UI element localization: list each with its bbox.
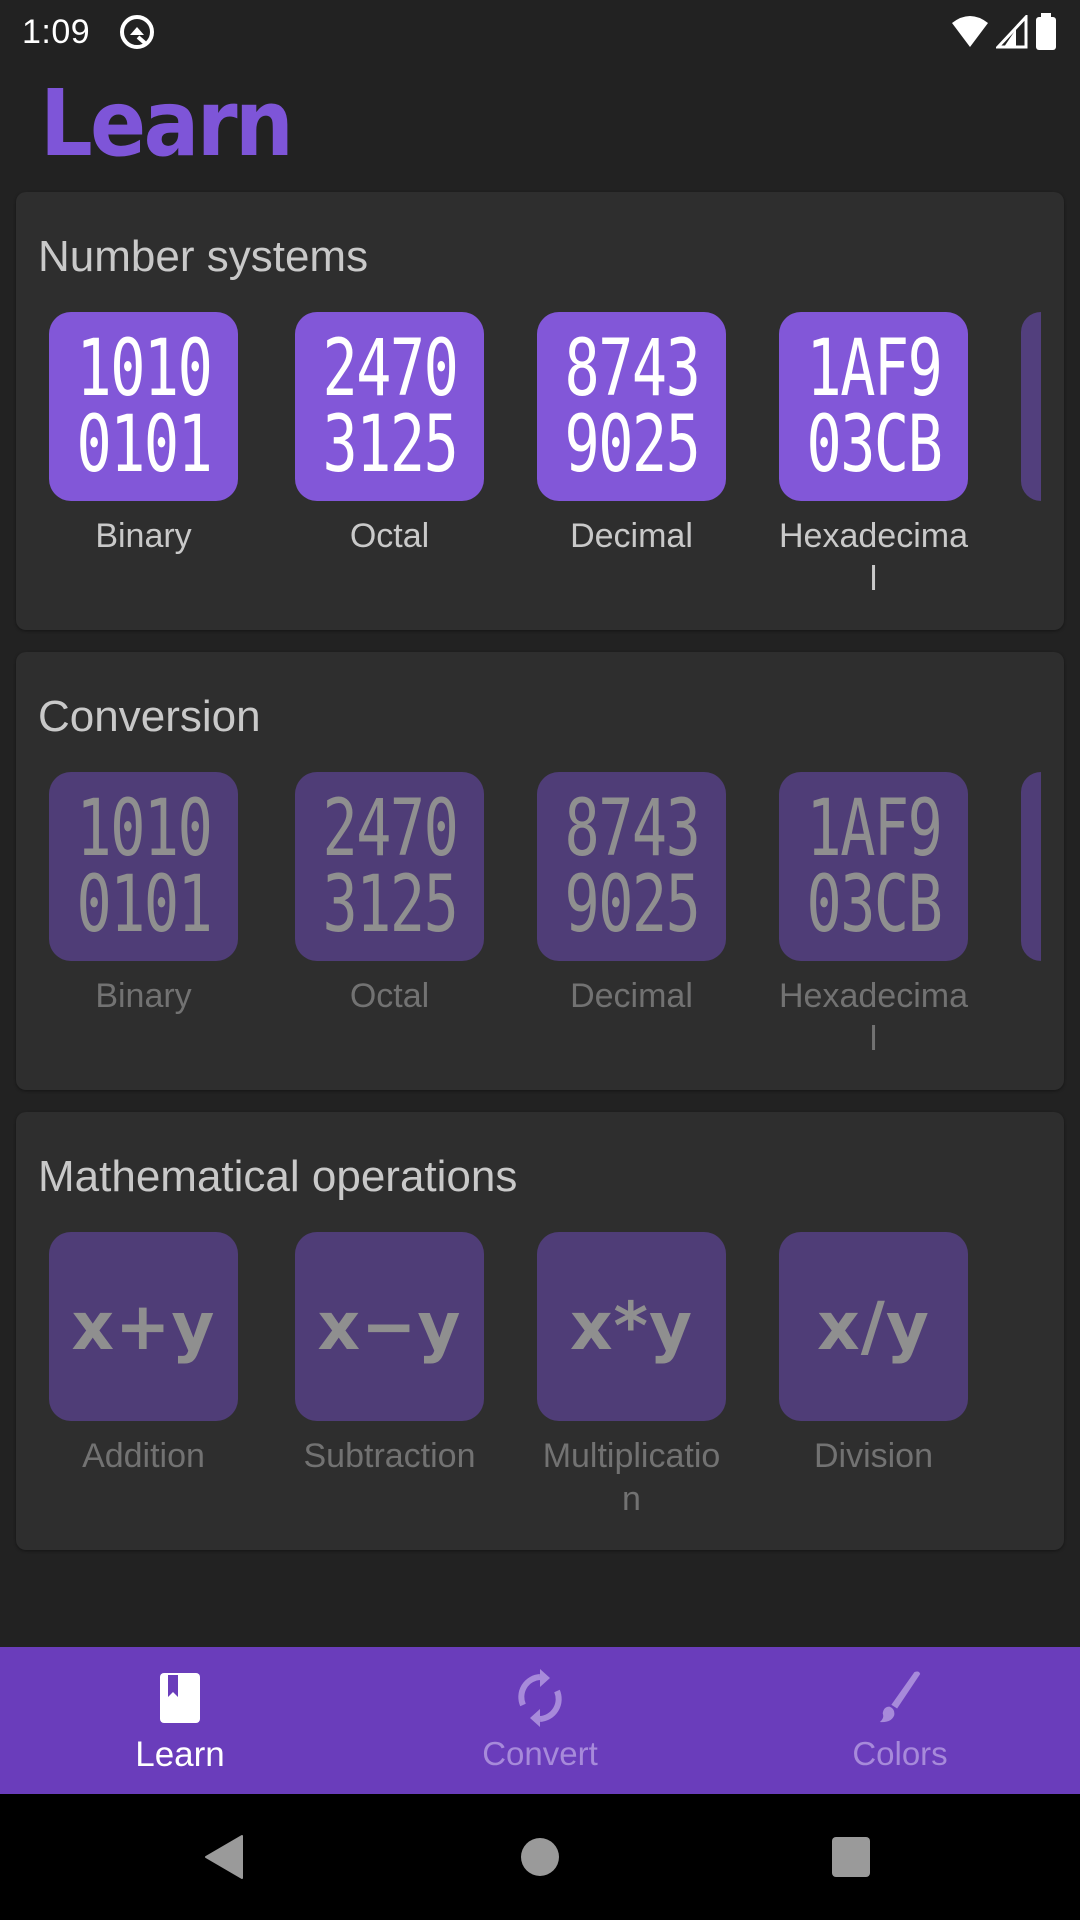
tile-number-line: 9025 bbox=[564, 859, 700, 950]
status-time: 1:09 bbox=[22, 12, 91, 51]
tile-number-line: 3125 bbox=[322, 859, 458, 950]
tile-label: Addition bbox=[82, 1437, 205, 1475]
tile-label: Decimal bbox=[570, 517, 693, 555]
tile-icon[interactable]: x*y bbox=[537, 1232, 726, 1421]
system-navigation-bar bbox=[0, 1794, 1080, 1920]
tile-icon[interactable]: 1010 0101 bbox=[49, 772, 238, 961]
tile-row[interactable]: 1010 0101 Binary 2470 3125 Octal 8743 90… bbox=[16, 772, 1064, 1072]
tile-icon[interactable]: x/y bbox=[779, 1232, 968, 1421]
tile-label: Hexadecimal bbox=[779, 517, 968, 598]
tile-icon[interactable]: 8743 9025 bbox=[537, 312, 726, 501]
tile-icon[interactable]: 2470 3125 bbox=[295, 772, 484, 961]
tile-label: Division bbox=[813, 1437, 934, 1475]
tile-decimal[interactable]: 8743 9025 Decimal bbox=[537, 772, 726, 1018]
battery-icon bbox=[1036, 13, 1056, 50]
tile-multiplication[interactable]: x*y Multiplication bbox=[537, 1232, 726, 1521]
tile-number-line: 1010 bbox=[76, 783, 212, 874]
tile-division[interactable]: x/y Division bbox=[779, 1232, 968, 1478]
section-title: Conversion bbox=[38, 692, 261, 741]
back-icon[interactable] bbox=[204, 1834, 244, 1880]
tile-row[interactable]: x+y Addition x−y Subtraction x*y Multipl… bbox=[16, 1232, 1064, 1532]
nav-label: Learn bbox=[135, 1735, 225, 1774]
tile-number-line: 03CB bbox=[806, 399, 942, 490]
tile-hexadecimal[interactable]: 1AF9 03CB Hexadecimal bbox=[779, 312, 968, 601]
status-bar: 1:09 bbox=[0, 0, 1080, 64]
operation-symbol: x−y bbox=[317, 1288, 462, 1365]
operation-symbol: x/y bbox=[817, 1288, 930, 1365]
nav-item-learn[interactable]: Learn bbox=[0, 1647, 360, 1794]
tile-binary[interactable]: 1010 0101 Binary bbox=[49, 312, 238, 558]
tile-number-line: 2470 bbox=[322, 783, 458, 874]
cell-signal-icon bbox=[996, 15, 1028, 49]
tile-number-line: 03CB bbox=[806, 859, 942, 950]
tile-octal[interactable]: 2470 3125 Octal bbox=[295, 312, 484, 558]
tile-number-line: 3125 bbox=[322, 399, 458, 490]
operation-symbol: x*y bbox=[569, 1288, 694, 1365]
tile-icon[interactable]: 1AF9 03CB bbox=[779, 312, 968, 501]
tile-number-line: 8743 bbox=[564, 323, 700, 414]
sync-icon bbox=[516, 1669, 564, 1727]
operation-symbol: x+y bbox=[71, 1288, 216, 1365]
tile-number-line: 1010 bbox=[76, 323, 212, 414]
tile-icon[interactable]: x−y bbox=[295, 1232, 484, 1421]
section-number-systems: Number systems 1010 0101 Binary 2470 312… bbox=[16, 192, 1064, 630]
tile-number-line: 1AF9 bbox=[806, 783, 942, 874]
tile-hexadecimal[interactable]: 1AF9 03CB Hexadecimal bbox=[779, 772, 968, 1061]
tile-next-partial[interactable] bbox=[1021, 772, 1041, 961]
tile-octal[interactable]: 2470 3125 Octal bbox=[295, 772, 484, 1018]
tile-subtraction[interactable]: x−y Subtraction bbox=[295, 1232, 484, 1478]
tile-number-line: 9025 bbox=[564, 399, 700, 490]
tile-icon[interactable]: 1010 0101 bbox=[49, 312, 238, 501]
nav-item-colors[interactable]: Colors bbox=[720, 1647, 1080, 1794]
tile-icon[interactable]: x+y bbox=[49, 1232, 238, 1421]
section-conversion: Conversion 1010 0101 Binary 2470 3125 Oc… bbox=[16, 652, 1064, 1090]
bottom-navigation: Learn Convert Colors bbox=[0, 1647, 1080, 1794]
tile-label: Octal bbox=[349, 977, 430, 1015]
tile-label: Decimal bbox=[570, 977, 693, 1015]
wifi-icon bbox=[952, 16, 988, 47]
tile-number-line: 8743 bbox=[564, 783, 700, 874]
nav-item-convert[interactable]: Convert bbox=[360, 1647, 720, 1794]
tile-next-partial[interactable] bbox=[1021, 312, 1041, 501]
tile-decimal[interactable]: 8743 9025 Decimal bbox=[537, 312, 726, 558]
tile-row[interactable]: 1010 0101 Binary 2470 3125 Octal 8743 90… bbox=[16, 312, 1064, 612]
section-title: Number systems bbox=[38, 232, 369, 281]
tile-icon[interactable]: 1AF9 03CB bbox=[779, 772, 968, 961]
section-title: Mathematical operations bbox=[38, 1152, 518, 1201]
tile-label: Subtraction bbox=[303, 1437, 476, 1475]
section-mathematical-operations: Mathematical operations x+y Addition x−y… bbox=[16, 1112, 1064, 1550]
page-title: Learn bbox=[40, 70, 294, 177]
tile-label: Binary bbox=[95, 977, 192, 1015]
tile-binary[interactable]: 1010 0101 Binary bbox=[49, 772, 238, 1018]
recents-icon[interactable] bbox=[830, 1834, 872, 1880]
tile-icon[interactable]: 2470 3125 bbox=[295, 312, 484, 501]
nav-label: Convert bbox=[482, 1735, 598, 1772]
tile-label: Binary bbox=[95, 517, 192, 555]
nav-label: Colors bbox=[852, 1735, 948, 1772]
q-notification-icon bbox=[120, 15, 155, 49]
tile-label: Hexadecimal bbox=[779, 977, 968, 1058]
home-icon[interactable] bbox=[520, 1834, 560, 1880]
tile-number-line: 0101 bbox=[76, 859, 212, 950]
brush-icon bbox=[876, 1669, 924, 1727]
tile-label: Octal bbox=[349, 517, 430, 555]
tile-addition[interactable]: x+y Addition bbox=[49, 1232, 238, 1478]
book-icon bbox=[156, 1669, 204, 1727]
tile-label: Multiplication bbox=[542, 1437, 721, 1518]
tile-number-line: 0101 bbox=[76, 399, 212, 490]
tile-number-line: 2470 bbox=[322, 323, 458, 414]
tile-icon[interactable]: 8743 9025 bbox=[537, 772, 726, 961]
tile-number-line: 1AF9 bbox=[806, 323, 942, 414]
